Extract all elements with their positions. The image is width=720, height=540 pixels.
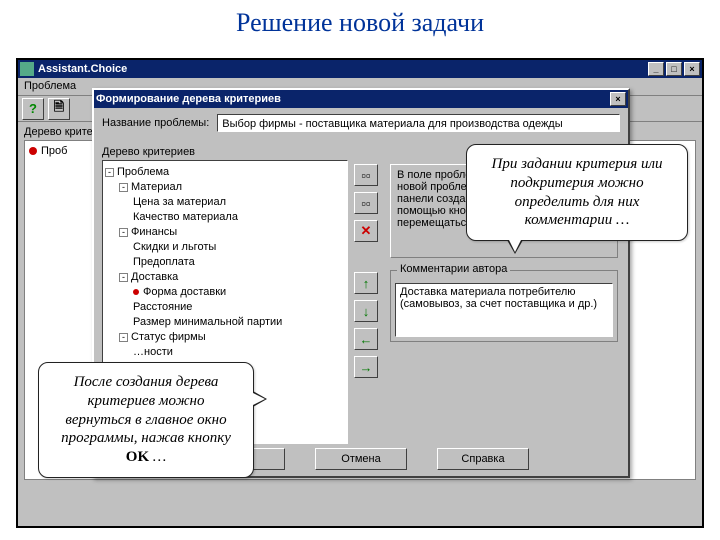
expander-icon[interactable]: -: [105, 168, 114, 177]
help-button[interactable]: ?: [22, 98, 44, 120]
add-child-button[interactable]: ▫▫: [354, 192, 378, 214]
close-button[interactable]: ×: [684, 62, 700, 76]
doc-button[interactable]: 🗎: [48, 98, 70, 120]
add-sibling-button[interactable]: ▫▫: [354, 164, 378, 186]
tree-leaf[interactable]: Цена за материал: [105, 195, 345, 210]
tree-leaf[interactable]: …ности: [105, 345, 345, 360]
problem-name-label: Название проблемы:: [102, 117, 209, 129]
bullet-icon: [29, 147, 37, 155]
tree-group[interactable]: -Статус фирмы: [105, 330, 345, 345]
tree-group[interactable]: -Материал: [105, 180, 345, 195]
move-up-button[interactable]: ↑: [354, 272, 378, 294]
callout-left-post: …: [149, 449, 166, 465]
tree-caption: Дерево критериев: [102, 146, 195, 158]
tree-toolbar: ▫▫ ▫▫ ✕ ↑ ↓ ← →: [354, 164, 380, 378]
move-left-button[interactable]: ←: [354, 328, 378, 350]
callout-pointer-icon: [507, 240, 523, 254]
tree-root[interactable]: -Проблема: [105, 165, 345, 180]
expander-icon[interactable]: -: [119, 273, 128, 282]
delete-node-button[interactable]: ✕: [354, 220, 378, 242]
dialog-close-button[interactable]: ×: [610, 92, 626, 106]
app-title: Assistant.Choice: [38, 63, 127, 75]
cancel-button[interactable]: Отмена: [315, 448, 407, 470]
callout-right-text: При задании критерия или подкритерия мож…: [492, 156, 663, 228]
tree-leaf[interactable]: Форма доставки: [105, 285, 345, 300]
tree-group[interactable]: -Доставка: [105, 270, 345, 285]
callout-left-bold: OK: [126, 449, 149, 465]
dialog-title: Формирование дерева критериев: [96, 93, 281, 105]
callout-comment-hint: При задании критерия или подкритерия мож…: [466, 144, 688, 241]
tree-leaf[interactable]: Предоплата: [105, 255, 345, 270]
problem-name-input[interactable]: Выбор фирмы - поставщика материала для п…: [217, 114, 620, 132]
maximize-button[interactable]: □: [666, 62, 682, 76]
tree-leaf[interactable]: Расстояние: [105, 300, 345, 315]
help-button[interactable]: Справка: [437, 448, 529, 470]
slide-title: Решение новой задачи: [0, 0, 720, 44]
comments-label: Комментарии автора: [397, 263, 510, 275]
app-icon: [20, 62, 34, 76]
callout-pointer-icon: [253, 391, 267, 407]
callout-ok-hint: После создания дерева критериев можно ве…: [38, 362, 254, 478]
tree-leaf[interactable]: Скидки и льготы: [105, 240, 345, 255]
expander-icon[interactable]: -: [119, 333, 128, 342]
comments-text[interactable]: Доставка материала потребителю (самовыво…: [395, 283, 613, 337]
minimize-button[interactable]: _: [648, 62, 664, 76]
tree-leaf[interactable]: Размер минимальной партии: [105, 315, 345, 330]
bg-tree-root-label: Проб: [41, 145, 67, 157]
dialog-titlebar[interactable]: Формирование дерева критериев ×: [94, 90, 628, 108]
expander-icon[interactable]: -: [119, 183, 128, 192]
move-right-button[interactable]: →: [354, 356, 378, 378]
tree-leaf[interactable]: Качество материала: [105, 210, 345, 225]
menu-problem[interactable]: Проблема: [24, 80, 76, 92]
comments-group: Комментарии автора Доставка материала по…: [390, 270, 618, 342]
bullet-icon: [133, 289, 139, 295]
app-titlebar: Assistant.Choice _ □ ×: [18, 60, 702, 78]
move-down-button[interactable]: ↓: [354, 300, 378, 322]
tree-group[interactable]: -Финансы: [105, 225, 345, 240]
callout-left-pre: После создания дерева критериев можно ве…: [61, 374, 231, 446]
expander-icon[interactable]: -: [119, 228, 128, 237]
